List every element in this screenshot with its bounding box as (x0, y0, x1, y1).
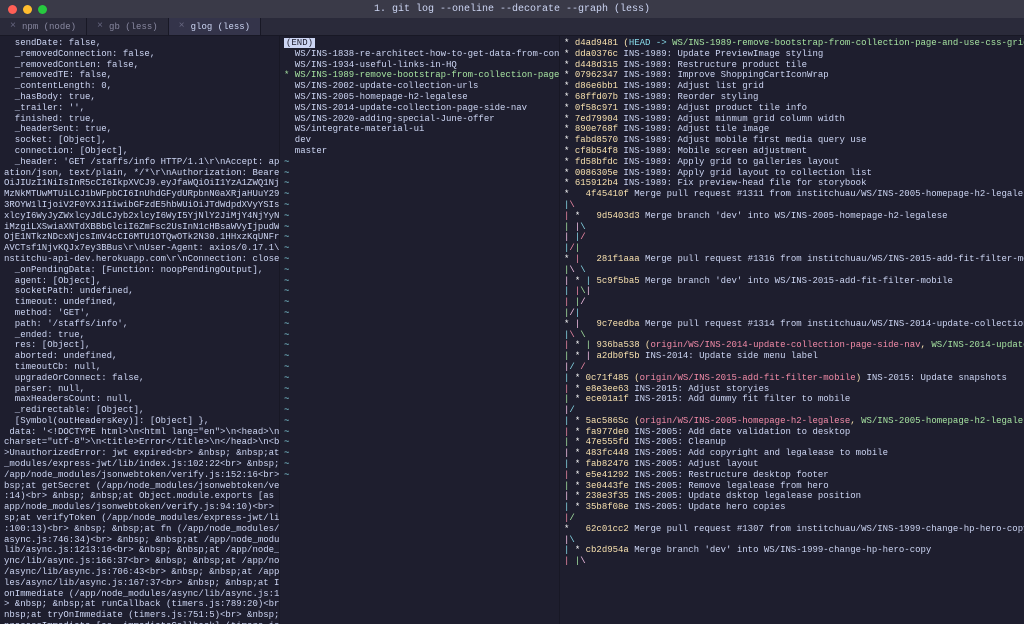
glog-line: |\ \ (564, 330, 1020, 341)
tab-0[interactable]: × npm (node) (0, 18, 87, 35)
glog-line: | * 5ac586Sc (origin/WS/INS-2005-homepag… (564, 416, 1020, 427)
glog-line: | * e5e41292 INS-2005: Restructure deskt… (564, 470, 1020, 481)
close-tab-icon[interactable]: × (179, 21, 185, 32)
glog-line: * 0086305e INS-1989: Apply grid layout t… (564, 168, 1020, 179)
close-tab-icon[interactable]: × (97, 21, 103, 32)
glog-line: |/ (564, 513, 1020, 524)
branch-line: WS/INS-1934-useful-links-in-HQ (284, 60, 457, 70)
glog-line: * 62c01cc2 Merge pull request #1307 from… (564, 524, 1020, 535)
glog-line: | * fa977de0 INS-2005: Add date validati… (564, 427, 1020, 438)
glog-line: * 4f45410f Merge pull request #1311 from… (564, 189, 1020, 200)
glog-line: | * fab82476 INS-2005: Adjust layout (564, 459, 1020, 470)
glog-line: | |\ (564, 556, 1020, 567)
glog-line: * 68ffd07b INS-1989: Reorder styling (564, 92, 1020, 103)
branch-line: master (284, 146, 327, 156)
branch-line: * WS/INS-1989-remove-bootstrap-from-coll… (284, 70, 560, 80)
glog-line: | * | a2db0f5b INS-2014: Update side men… (564, 351, 1020, 362)
glog-line: * | 9c7eedba Merge pull request #1314 fr… (564, 319, 1020, 330)
glog-line: |/ (564, 405, 1020, 416)
glog-line: |\ \ (564, 265, 1020, 276)
glog-line: | |/ (564, 232, 1020, 243)
glog-line: * | 281f1aaa Merge pull request #1316 fr… (564, 254, 1020, 265)
end-badge: (END) (284, 38, 315, 48)
glog-line: |\ (564, 200, 1020, 211)
branch-line: dev (284, 135, 311, 145)
close-window-icon[interactable] (8, 5, 17, 14)
traffic-lights[interactable] (8, 5, 47, 14)
glog-line: | * e8e3ee63 INS-2015: Adjust storyies (564, 384, 1020, 395)
pane-gb: (END) WS/INS-1838-re-architect-how-to-ge… (280, 36, 560, 624)
glog-line: * d448d315 INS-1989: Restructure product… (564, 60, 1020, 71)
glog-line: * cf8b54f8 INS-1989: Mobile screen adjus… (564, 146, 1020, 157)
glog-line: * d4ad9481 (HEAD -> WS/INS-1989-remove-b… (564, 38, 1020, 49)
glog-line: | * 0c71f485 (origin/WS/INS-2015-add-fit… (564, 373, 1020, 384)
glog-line: |/| (564, 243, 1020, 254)
glog-line: | |/ (564, 297, 1020, 308)
glog-line: * 0f58c971 INS-1989: Adjust product tile… (564, 103, 1020, 114)
glog-line: | * cb2d954a Merge branch 'dev' into WS/… (564, 545, 1020, 556)
branch-line: WS/INS-2014-update-collection-page-side-… (284, 103, 527, 113)
branch-line: WS/INS-2002-update-collection-urls (284, 81, 478, 91)
pane-npm: sendDate: false, _removedConnection: fal… (0, 36, 280, 624)
branch-line: WS/INS-1838-re-architect-how-to-get-data… (284, 49, 560, 59)
tab-label: gb (less) (109, 22, 158, 32)
glog-line: * dda0376c INS-1989: Update PreviewImage… (564, 49, 1020, 60)
glog-line: * 7ed79904 INS-1989: Adjust minmum grid … (564, 114, 1020, 125)
glog-line: | * 9d5403d3 Merge branch 'dev' into WS/… (564, 211, 1020, 222)
branch-line: WS/integrate-material-ui (284, 124, 424, 134)
glog-line: * fabd8570 INS-1989: Adjust mobile first… (564, 135, 1020, 146)
branch-line: WS/INS-2005-homepage-h2-legalese (284, 92, 468, 102)
glog-line: | * 47e555fd INS-2005: Cleanup (564, 437, 1020, 448)
titlebar: 1. git log --oneline --decorate --graph … (0, 0, 1024, 18)
tab-label: npm (node) (22, 22, 76, 32)
glog-line: * 615912b4 INS-1989: Fix preview-head fi… (564, 178, 1020, 189)
glog-line: * 07962347 INS-1989: Improve ShoppingCar… (564, 70, 1020, 81)
glog-line: | * | 5c9f5ba5 Merge branch 'dev' into W… (564, 276, 1020, 287)
branch-line: WS/INS-2020-adding-special-June-offer (284, 114, 495, 124)
glog-line: | * ece01a1f INS-2015: Add dummy fit fil… (564, 394, 1020, 405)
glog-line: * 890e768f INS-1989: Adjust tile image (564, 124, 1020, 135)
tab-1[interactable]: × gb (less) (87, 18, 169, 35)
glog-line: | |\ (564, 222, 1020, 233)
glog-line: | * | 936ba538 (origin/WS/INS-2014-updat… (564, 340, 1020, 351)
close-tab-icon[interactable]: × (10, 21, 16, 32)
tab-2[interactable]: × glog (less) (169, 18, 261, 35)
tabbar: × npm (node) × gb (less) × glog (less) (0, 18, 1024, 36)
glog-line: | |\| (564, 286, 1020, 297)
glog-line: | * 35b8f08e INS-2005: Update hero copie… (564, 502, 1020, 513)
glog-line: | * 483fc448 INS-2005: Add copyright and… (564, 448, 1020, 459)
minimize-window-icon[interactable] (23, 5, 32, 14)
window-title: 1. git log --oneline --decorate --graph … (8, 4, 1016, 15)
glog-line: |/ / (564, 362, 1020, 373)
pane-glog: * d4ad9481 (HEAD -> WS/INS-1989-remove-b… (560, 36, 1024, 624)
glog-line: * fd58bfdc INS-1989: Apply grid to galle… (564, 157, 1020, 168)
glog-line: |\ (564, 535, 1020, 546)
glog-line: | * 238e3f35 INS-2005: Update dsktop leg… (564, 491, 1020, 502)
glog-line: * d86e6bb1 INS-1989: Adjust list grid (564, 81, 1020, 92)
glog-line: |/| (564, 308, 1020, 319)
glog-line: | * 3e0443fe INS-2005: Remove legalease … (564, 481, 1020, 492)
maximize-window-icon[interactable] (38, 5, 47, 14)
tab-label: glog (less) (191, 22, 250, 32)
